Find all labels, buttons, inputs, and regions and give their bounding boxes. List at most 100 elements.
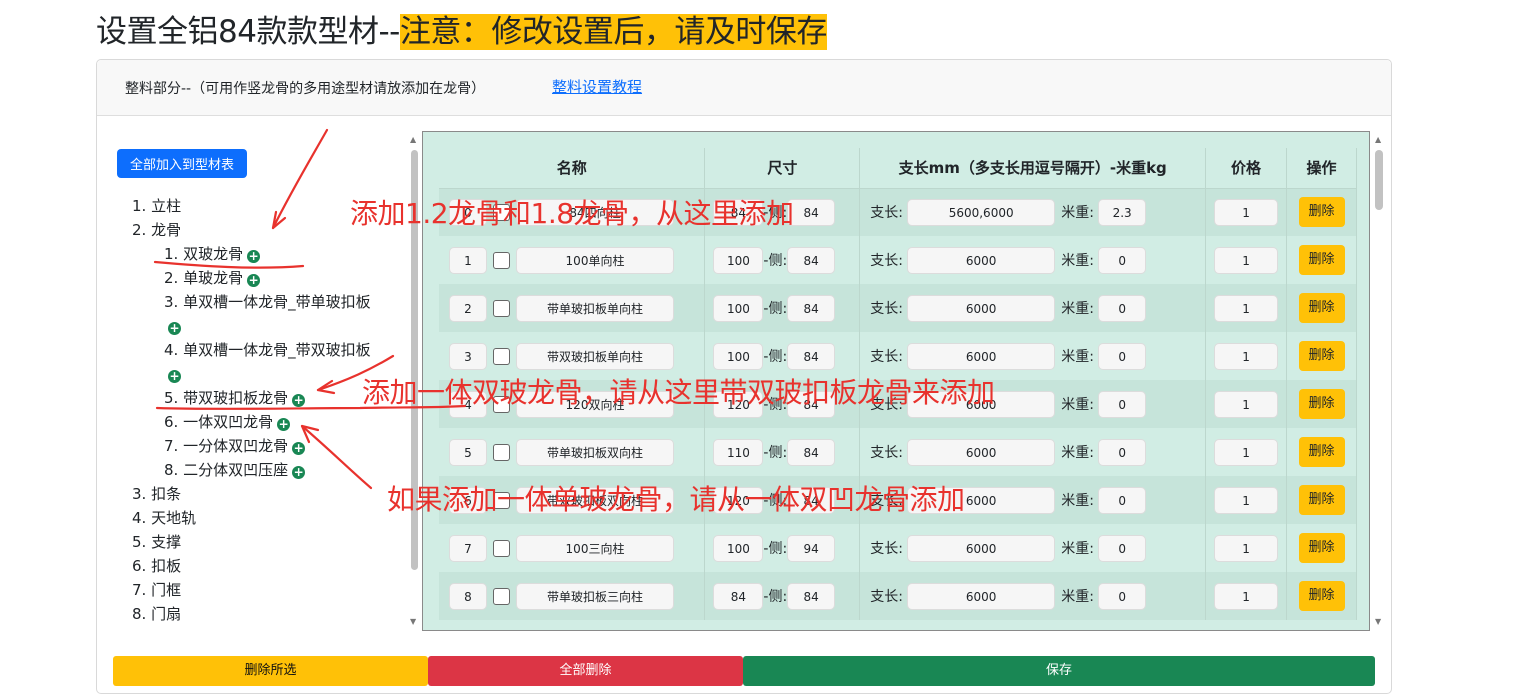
side-input[interactable]: 84 xyxy=(787,582,836,610)
length-input[interactable]: 6000 xyxy=(907,582,1056,610)
length-weight-cell: 支长: 6000 米重: 0 xyxy=(859,572,1207,620)
tutorial-link[interactable]: 整料设置教程 xyxy=(552,76,642,97)
tree-subitem[interactable]: 1. 双玻龙骨 + xyxy=(132,242,412,266)
row-select-checkbox[interactable] xyxy=(493,443,510,461)
name-input[interactable]: 100三向柱 xyxy=(516,534,674,562)
delete-row-button[interactable]: 删除 xyxy=(1298,341,1345,371)
name-input[interactable]: 带单玻扣板三向柱 xyxy=(516,582,674,610)
delete-row-button[interactable]: 删除 xyxy=(1298,485,1345,515)
weight-input[interactable]: 0 xyxy=(1098,246,1147,274)
length-input[interactable]: 6000 xyxy=(907,294,1056,322)
name-input[interactable]: 带单玻扣板双向柱 xyxy=(516,438,674,466)
length-input[interactable]: 6000 xyxy=(907,246,1056,274)
price-input[interactable]: 1 xyxy=(1214,294,1279,322)
length-input[interactable]: 6000 xyxy=(907,438,1056,466)
length-input[interactable]: 6000 xyxy=(907,342,1056,370)
side-label: -侧: xyxy=(763,541,788,557)
size-input[interactable]: 110 xyxy=(713,438,764,466)
size-input[interactable]: 100 xyxy=(713,294,764,322)
side-input[interactable]: 84 xyxy=(787,198,836,226)
price-input[interactable]: 1 xyxy=(1214,246,1279,274)
tree-item[interactable]: 5. 支撑 xyxy=(132,530,412,554)
weight-input[interactable]: 0 xyxy=(1098,294,1147,322)
weight-input[interactable]: 0 xyxy=(1098,438,1147,466)
size-input[interactable]: 100 xyxy=(713,246,764,274)
price-input[interactable]: 1 xyxy=(1214,438,1279,466)
table-scrollbar[interactable]: ▲ ▼ xyxy=(1372,132,1386,628)
tree-subitem[interactable]: + xyxy=(132,314,412,338)
tree-item[interactable]: 8. 门扇 xyxy=(132,602,412,626)
weight-input[interactable]: 0 xyxy=(1098,534,1147,562)
side-input[interactable]: 84 xyxy=(787,438,836,466)
add-plus-icon[interactable]: + xyxy=(292,466,306,479)
size-input[interactable]: 100 xyxy=(713,342,764,370)
price-input[interactable]: 1 xyxy=(1214,198,1279,226)
delete-row-button[interactable]: 删除 xyxy=(1298,437,1345,467)
scroll-up-icon[interactable]: ▲ xyxy=(410,136,416,144)
tree-item[interactable]: 7. 门框 xyxy=(132,578,412,602)
length-input[interactable]: 5600,6000 xyxy=(907,198,1056,226)
add-all-button[interactable]: 全部加入到型材表 xyxy=(117,149,247,178)
delete-row-button[interactable]: 删除 xyxy=(1298,197,1345,228)
save-button[interactable]: 保存 xyxy=(743,656,1375,686)
row-select-checkbox[interactable] xyxy=(493,299,510,317)
index-input[interactable]: 3 xyxy=(449,342,487,370)
delete-row-button[interactable]: 删除 xyxy=(1298,389,1345,419)
price-input[interactable]: 1 xyxy=(1214,342,1279,370)
tree-item[interactable]: 4. 天地轨 xyxy=(132,506,412,530)
add-plus-icon[interactable]: + xyxy=(292,394,306,407)
tree-subitem[interactable]: 7. 一分体双凹龙骨 + xyxy=(132,434,412,458)
row-select-checkbox[interactable] xyxy=(493,587,510,605)
tree-subitem[interactable]: 6. 一体双凹龙骨 + xyxy=(132,410,412,434)
name-input[interactable]: 带双玻扣板单向柱 xyxy=(516,342,674,370)
tree-subitem[interactable]: 2. 单玻龙骨 + xyxy=(132,266,412,290)
add-plus-icon[interactable]: + xyxy=(292,442,306,455)
delete-selected-button[interactable]: 删除所选 xyxy=(113,656,428,686)
weight-input[interactable]: 0 xyxy=(1098,342,1147,370)
row-select-checkbox[interactable] xyxy=(493,539,510,557)
price-input[interactable]: 1 xyxy=(1214,582,1279,610)
name-input[interactable]: 100单向柱 xyxy=(516,246,674,274)
table-scrollbar-thumb[interactable] xyxy=(1375,150,1383,210)
tree-subitem[interactable]: 3. 单双槽一体龙骨_带单玻扣板 xyxy=(132,290,412,314)
index-input[interactable]: 5 xyxy=(449,438,487,466)
row-select-checkbox[interactable] xyxy=(493,347,510,365)
index-input[interactable]: 1 xyxy=(449,246,487,274)
tree-subitem[interactable]: 4. 单双槽一体龙骨_带双玻扣板 xyxy=(132,338,412,362)
scroll-up-icon[interactable]: ▲ xyxy=(1375,136,1381,144)
delete-all-button[interactable]: 全部删除 xyxy=(428,656,743,686)
tree-subitem[interactable]: 8. 二分体双凹压座 + xyxy=(132,458,412,482)
side-input[interactable]: 84 xyxy=(787,294,836,322)
tree-item[interactable]: 3. 扣条 xyxy=(132,482,412,506)
index-input[interactable]: 7 xyxy=(449,534,487,562)
weight-input[interactable]: 0 xyxy=(1098,390,1147,418)
scroll-down-icon[interactable]: ▼ xyxy=(1375,618,1381,626)
weight-input[interactable]: 0 xyxy=(1098,582,1147,610)
scroll-down-icon[interactable]: ▼ xyxy=(410,618,416,626)
add-plus-icon[interactable]: + xyxy=(168,322,181,335)
add-plus-icon[interactable]: + xyxy=(277,418,291,431)
price-input[interactable]: 1 xyxy=(1214,486,1279,514)
delete-row-button[interactable]: 删除 xyxy=(1298,245,1345,275)
delete-row-button[interactable]: 删除 xyxy=(1298,581,1345,611)
weight-input[interactable]: 2.3 xyxy=(1098,198,1147,226)
weight-input[interactable]: 0 xyxy=(1098,486,1147,514)
name-input[interactable]: 带单玻扣板单向柱 xyxy=(516,294,674,322)
price-input[interactable]: 1 xyxy=(1214,390,1279,418)
size-input[interactable]: 100 xyxy=(713,534,764,562)
length-input[interactable]: 6000 xyxy=(907,534,1056,562)
row-select-checkbox[interactable] xyxy=(493,251,510,269)
side-input[interactable]: 84 xyxy=(787,246,836,274)
add-plus-icon[interactable]: + xyxy=(168,370,181,383)
add-plus-icon[interactable]: + xyxy=(247,250,261,263)
side-input[interactable]: 84 xyxy=(787,342,836,370)
tree-item[interactable]: 6. 扣板 xyxy=(132,554,412,578)
delete-row-button[interactable]: 删除 xyxy=(1298,533,1345,563)
size-input[interactable]: 84 xyxy=(713,582,764,610)
side-input[interactable]: 94 xyxy=(787,534,836,562)
index-input[interactable]: 8 xyxy=(449,582,487,610)
price-input[interactable]: 1 xyxy=(1214,534,1279,562)
delete-row-button[interactable]: 删除 xyxy=(1298,293,1345,323)
add-plus-icon[interactable]: + xyxy=(247,274,261,287)
index-input[interactable]: 2 xyxy=(449,294,487,322)
